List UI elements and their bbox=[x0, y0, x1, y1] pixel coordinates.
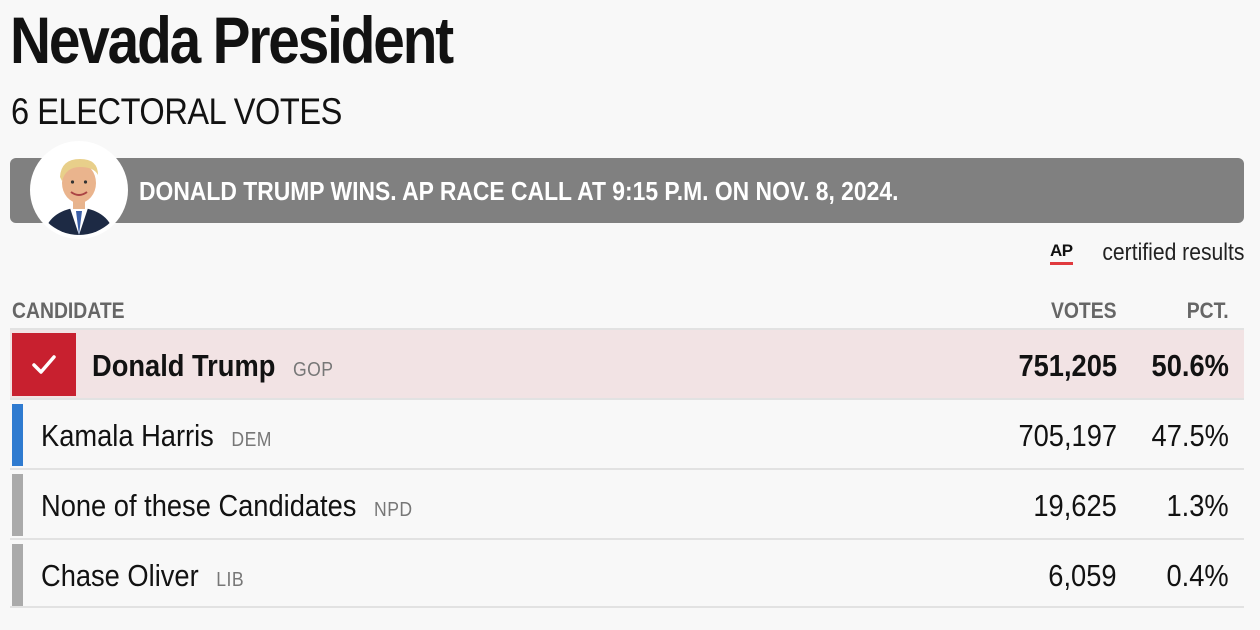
party-color-bar bbox=[12, 404, 23, 466]
party-color-bar bbox=[12, 474, 23, 536]
certified-results-text: certified results bbox=[1101, 239, 1244, 266]
candidate-cell: Donald Trump GOP bbox=[92, 348, 333, 384]
source-label: AP certified results bbox=[1049, 238, 1244, 268]
checkmark-icon bbox=[32, 354, 56, 374]
table-header: CANDIDATE VOTES PCT. bbox=[10, 290, 1244, 328]
candidate-party: GOP bbox=[292, 359, 334, 381]
candidate-cell: Kamala Harris DEM bbox=[41, 418, 272, 454]
table-row: Kamala Harris DEM 705,197 47.5% bbox=[10, 398, 1244, 468]
candidate-party: NPD bbox=[374, 499, 413, 521]
candidate-avatar bbox=[30, 141, 128, 239]
column-header-candidate: CANDIDATE bbox=[12, 298, 125, 323]
table-row: Donald Trump GOP 751,205 50.6% bbox=[10, 328, 1244, 398]
column-header-pct: PCT. bbox=[1187, 298, 1229, 323]
candidate-pct: 0.4% bbox=[1166, 558, 1229, 593]
candidate-party: DEM bbox=[231, 429, 272, 451]
electoral-votes-subtitle: 6 ELECTORAL VOTES bbox=[11, 91, 342, 132]
candidate-votes: 19,625 bbox=[1033, 488, 1117, 523]
candidate-portrait-icon bbox=[34, 145, 124, 235]
ap-logo: AP bbox=[1049, 241, 1073, 265]
candidate-party: LIB bbox=[216, 569, 245, 591]
candidate-pct: 50.6% bbox=[1151, 348, 1229, 383]
winner-check-badge bbox=[12, 333, 76, 396]
party-color-bar bbox=[12, 544, 23, 606]
candidate-votes: 751,205 bbox=[1018, 348, 1117, 383]
candidate-votes: 6,059 bbox=[1048, 558, 1117, 593]
race-call-text: DONALD TRUMP WINS. AP RACE CALL AT 9:15 … bbox=[139, 176, 899, 206]
race-call-banner: DONALD TRUMP WINS. AP RACE CALL AT 9:15 … bbox=[10, 158, 1244, 223]
candidate-name: None of these Candidates bbox=[41, 488, 357, 523]
results-table: CANDIDATE VOTES PCT. Donald Trump GOP 75… bbox=[10, 290, 1244, 608]
candidate-pct: 47.5% bbox=[1151, 418, 1229, 453]
column-header-votes: VOTES bbox=[1051, 298, 1117, 323]
candidate-cell: Chase Oliver LIB bbox=[41, 558, 244, 594]
table-row: None of these Candidates NPD 19,625 1.3% bbox=[10, 468, 1244, 538]
table-row: Chase Oliver LIB 6,059 0.4% bbox=[10, 538, 1244, 608]
candidate-name: Chase Oliver bbox=[41, 558, 199, 593]
candidate-votes: 705,197 bbox=[1018, 418, 1117, 453]
candidate-name: Kamala Harris bbox=[41, 418, 214, 453]
candidate-name: Donald Trump bbox=[92, 348, 276, 383]
page-title: Nevada President bbox=[10, 3, 454, 77]
candidate-cell: None of these Candidates NPD bbox=[41, 488, 413, 524]
candidate-pct: 1.3% bbox=[1166, 488, 1229, 523]
